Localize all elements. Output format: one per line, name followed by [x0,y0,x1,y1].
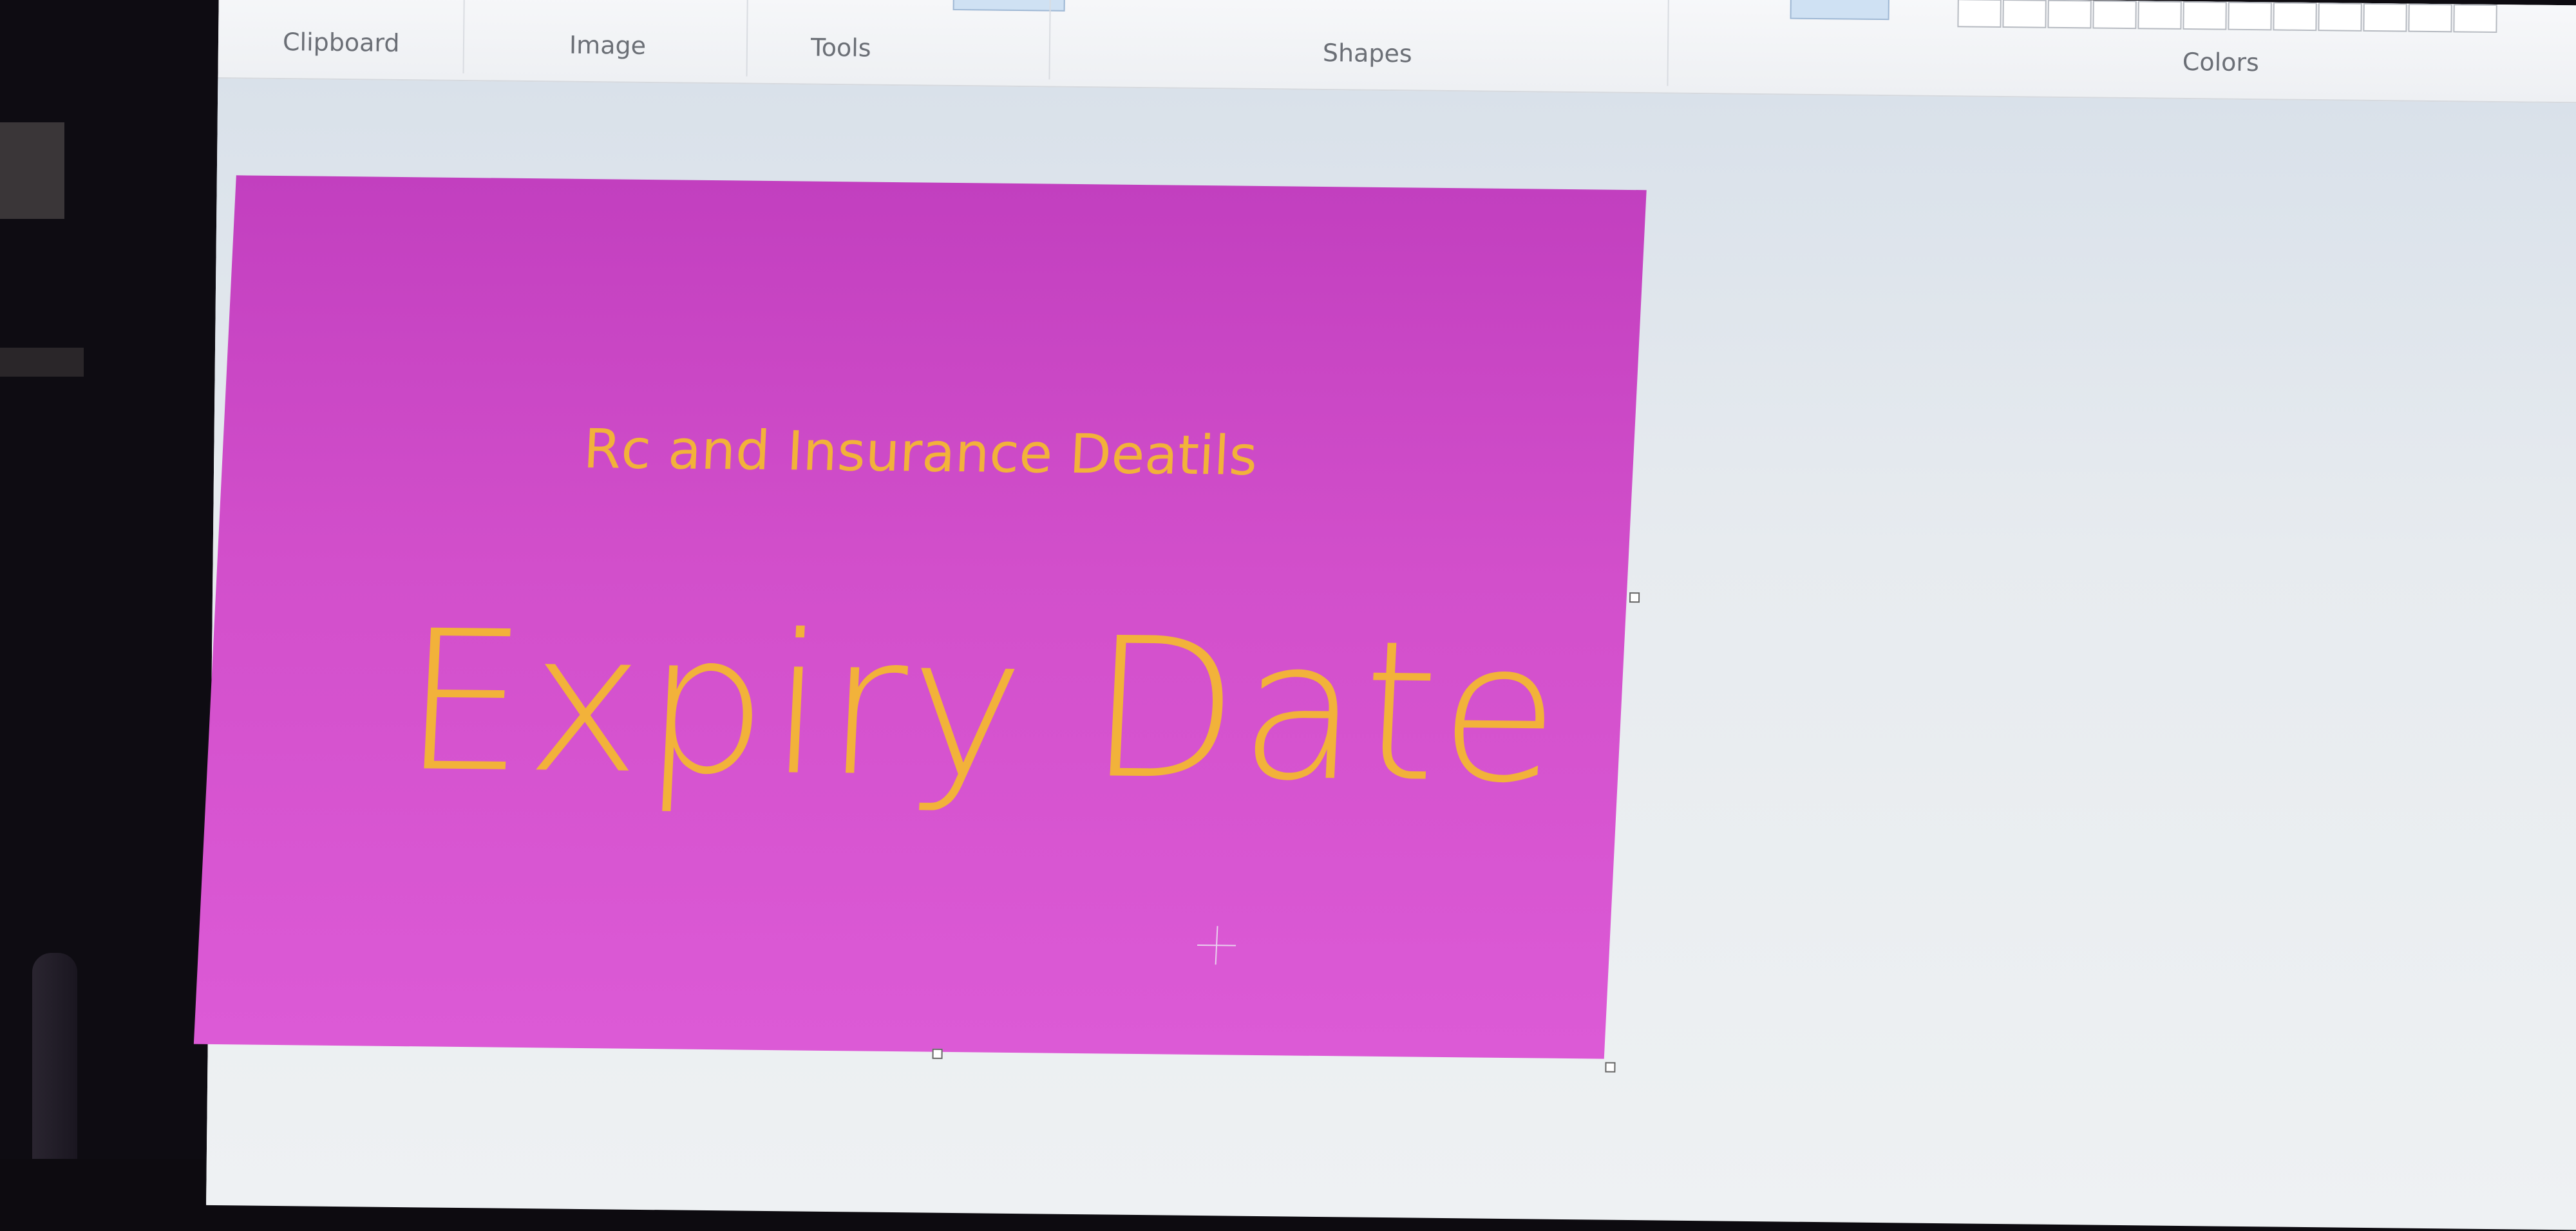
color-swatch[interactable] [2228,1,2272,31]
color-swatch[interactable] [2183,1,2227,30]
canvas-title-text: Rc and Insurance Deatils [582,417,1259,487]
crosshair-cursor-icon [1197,926,1237,965]
color-swatch[interactable] [2002,0,2047,28]
paint-window: Clipboard Image Tools Shapes Colors Rc a… [193,0,2576,1231]
resize-handle-corner[interactable] [1605,1062,1616,1073]
color-swatch[interactable] [2363,3,2407,32]
group-label-colors: Colors [2182,47,2260,77]
ribbon-divider [1048,0,1051,80]
resize-handle-bottom[interactable] [932,1048,943,1059]
image-canvas[interactable]: Rc and Insurance Deatils Expiry Date [193,175,1647,1059]
color-swatch[interactable] [2137,1,2182,30]
color-1-button[interactable] [1790,0,1889,21]
ribbon-divider [1667,0,1669,86]
color-swatch[interactable] [1957,0,2002,28]
canvas-workspace[interactable]: Rc and Insurance Deatils Expiry Date [193,78,2576,1231]
canvas-headline-text: Expiry Date [398,589,1567,826]
side-object [32,953,77,1159]
color-swatch[interactable] [2047,0,2092,29]
color-swatch[interactable] [2318,3,2362,32]
ribbon-divider [462,0,465,73]
group-label-tools: Tools [810,33,871,62]
group-label-shapes: Shapes [1322,38,1412,68]
color-swatch[interactable] [2273,2,2317,32]
group-label-image: Image [569,30,647,60]
bezel-reflection [0,122,64,219]
bezel-reflection-lower [0,348,84,377]
color-swatch[interactable] [2092,0,2137,30]
resize-handle-right[interactable] [1629,592,1640,603]
color-swatch[interactable] [2453,4,2497,33]
color-swatch[interactable] [2408,3,2452,33]
select-button[interactable] [952,0,1065,12]
ribbon-divider [746,0,748,77]
group-label-clipboard: Clipboard [282,28,400,57]
